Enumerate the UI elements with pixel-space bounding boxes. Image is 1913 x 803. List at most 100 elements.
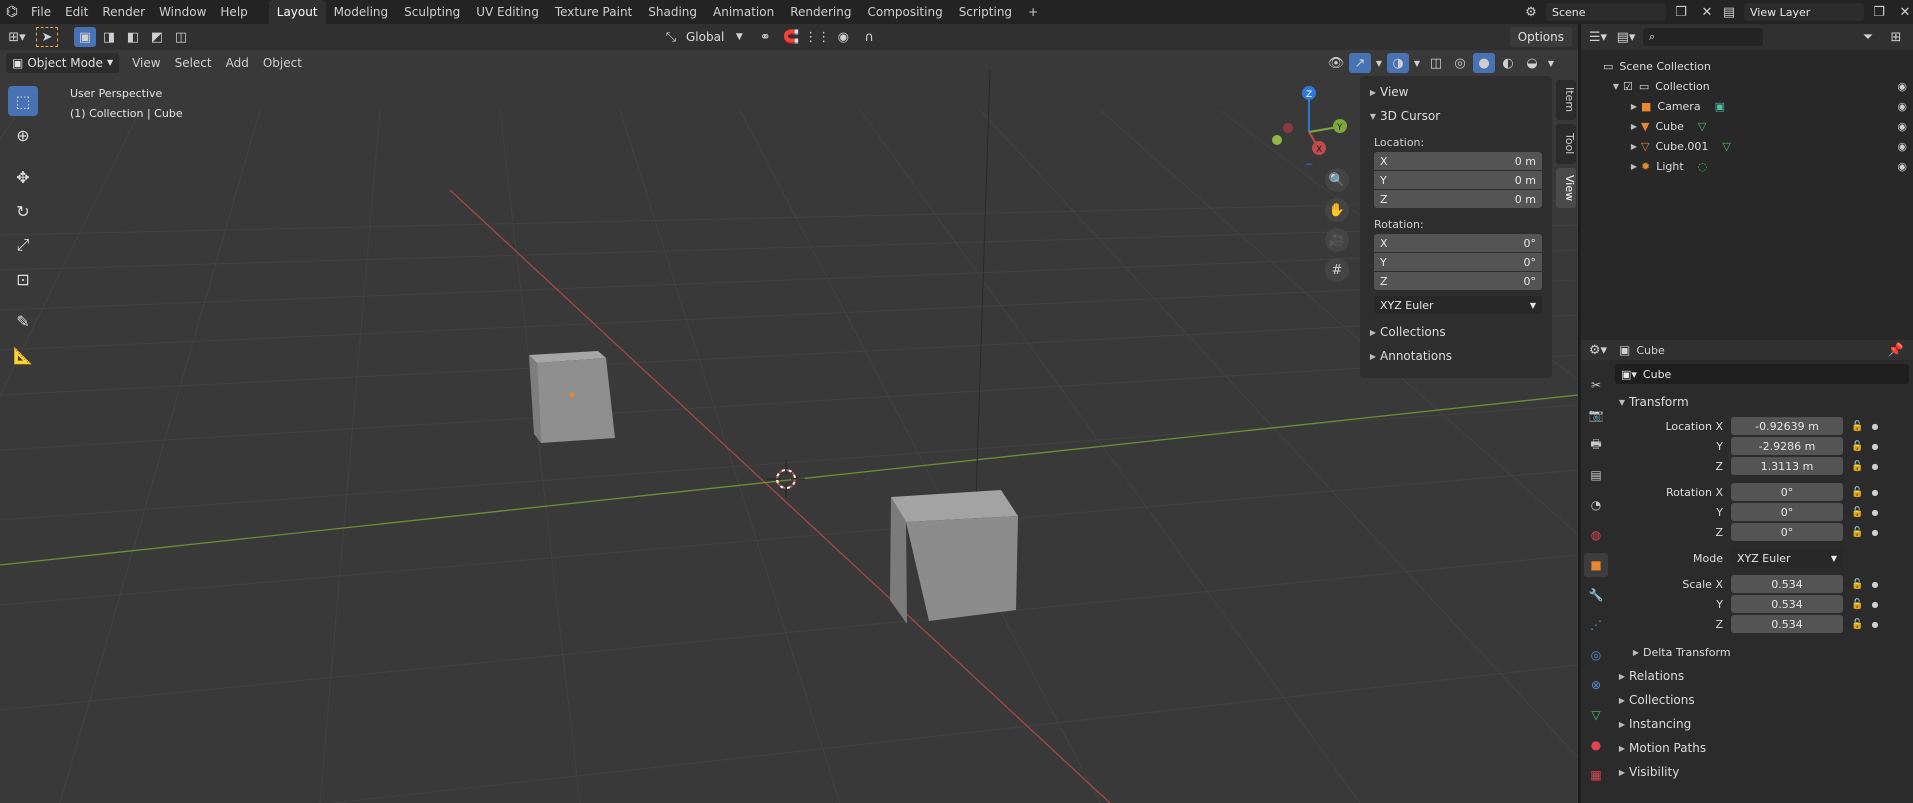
collections-section-header[interactable]: ▶ Collections (1615, 688, 1909, 712)
scene-icon[interactable]: ⚙ (1520, 2, 1542, 22)
tab-uv-editing[interactable]: UV Editing (468, 0, 547, 24)
outliner-search-input[interactable]: ⌕ (1643, 28, 1763, 46)
rotation-y-field[interactable]: 0° (1731, 503, 1843, 521)
properties-editor-type-icon[interactable]: ⚙▾ (1587, 340, 1609, 360)
viewport-menu-select[interactable]: Select (168, 53, 219, 73)
new-collection-icon[interactable]: ⊞ (1885, 27, 1907, 47)
add-workspace-button[interactable]: + (1020, 0, 1046, 24)
scene-tab-icon[interactable]: ◔ (1584, 493, 1608, 517)
location-z-field[interactable]: 1.3113 m (1731, 457, 1843, 475)
delete-scene-icon[interactable]: ✕ (1696, 2, 1718, 22)
location-y-field[interactable]: -2.9286 m (1731, 437, 1843, 455)
scale-z-field[interactable]: 0.534 (1731, 615, 1843, 633)
cube-001-object[interactable] (890, 490, 1018, 624)
location-x-field[interactable]: -0.92639 m (1731, 417, 1843, 435)
mode-dropdown[interactable]: ▣ Object Mode ▼ (6, 53, 120, 73)
physics-tab-icon[interactable]: ◎ (1584, 643, 1608, 667)
collections-panel-header[interactable]: ▶ Collections (1366, 320, 1546, 344)
copy-view-layer-icon[interactable]: ❐ (1868, 2, 1890, 22)
pin-icon[interactable]: 📌 (1885, 340, 1907, 360)
output-tab-icon[interactable]: 🖶 (1584, 433, 1608, 457)
scene-name-field[interactable]: Scene (1546, 3, 1666, 21)
wireframe-shading-icon[interactable]: ◎ (1449, 53, 1471, 73)
cursor-rotation-x[interactable]: X 0° (1374, 234, 1542, 252)
material-shading-icon[interactable]: ◐ (1497, 53, 1519, 73)
xray-icon[interactable]: ◫ (1425, 53, 1447, 73)
rotation-x-field[interactable]: 0° (1731, 483, 1843, 501)
visibility-panel-header[interactable]: ▶ Visibility (1615, 760, 1909, 784)
view-panel-header[interactable]: ▶ View (1366, 80, 1546, 104)
keyframe-dot-icon[interactable]: ● (1871, 488, 1878, 497)
annotate-tool[interactable]: ✎ (8, 306, 38, 336)
eye-icon[interactable]: ◉ (1897, 160, 1907, 173)
lock-icon[interactable]: 🔓 (1851, 461, 1863, 472)
lock-icon[interactable]: 🔓 (1851, 527, 1863, 538)
object-tab-icon[interactable]: ■ (1584, 553, 1608, 577)
chevron-down-icon[interactable]: ▼ (1545, 53, 1557, 73)
viewport-menu-object[interactable]: Object (256, 53, 309, 73)
cursor-panel-header[interactable]: ▼ 3D Cursor (1366, 104, 1546, 128)
snap-target-icon[interactable]: ⋮⋮ (804, 27, 830, 47)
outliner-item-light[interactable]: ▶ ✹ Light ◌ ◉ (1581, 156, 1913, 176)
keyframe-dot-icon[interactable]: ● (1871, 600, 1878, 609)
measure-tool[interactable]: 📐 (8, 340, 38, 370)
blender-logo-icon[interactable]: ⌬ (0, 4, 24, 20)
motion-paths-panel-header[interactable]: ▶ Motion Paths (1615, 736, 1909, 760)
transform-tool[interactable]: ⊡ (8, 264, 38, 294)
texture-tab-icon[interactable]: ▦ (1584, 763, 1608, 787)
tab-item[interactable]: Item (1556, 80, 1576, 120)
instancing-panel-header[interactable]: ▶ Instancing (1615, 712, 1909, 736)
cursor-location-z[interactable]: Z 0 m (1374, 190, 1542, 208)
keyframe-dot-icon[interactable]: ● (1871, 422, 1878, 431)
outliner-item-camera[interactable]: ▶ ■ Camera ▣ ◉ (1581, 96, 1913, 116)
rotation-z-field[interactable]: 0° (1731, 523, 1843, 541)
chevron-down-icon[interactable]: ▼ (1411, 53, 1423, 73)
keyframe-dot-icon[interactable]: ● (1871, 528, 1878, 537)
scale-x-field[interactable]: 0.534 (1731, 575, 1843, 593)
tab-layout[interactable]: Layout (268, 0, 326, 24)
menu-render[interactable]: Render (95, 2, 152, 22)
data-tab-icon[interactable]: ▽ (1584, 703, 1608, 727)
cursor-location-x[interactable]: X 0 m (1374, 152, 1542, 170)
tab-scripting[interactable]: Scripting (951, 0, 1020, 24)
filter-icon[interactable]: ⏷ (1857, 27, 1879, 47)
transform-orientation-dropdown[interactable]: Global (686, 30, 724, 44)
chevron-down-icon[interactable]: ▼ (1373, 53, 1385, 73)
solid-shading-icon[interactable]: ● (1473, 53, 1495, 73)
rendered-shading-icon[interactable]: ◒ (1521, 53, 1543, 73)
visibility-icon[interactable]: 👁 (1325, 53, 1347, 73)
view-layer-icon[interactable]: ▤ (1718, 2, 1740, 22)
select-subtract-icon[interactable]: ◧ (122, 27, 144, 47)
tab-view[interactable]: View (1556, 168, 1576, 208)
annotations-panel-header[interactable]: ▶ Annotations (1366, 344, 1546, 368)
active-tool-icon[interactable]: ➤ (36, 27, 58, 47)
viewport-menu-add[interactable]: Add (219, 53, 256, 73)
collection-row[interactable]: ▼ ☑ ▭ Collection ◉ (1581, 76, 1913, 96)
select-intersect-icon[interactable]: ◫ (170, 27, 192, 47)
pan-hand-icon[interactable]: ✋ (1325, 198, 1349, 222)
select-box-tool[interactable]: ⬚ (8, 86, 38, 116)
pivot-icon[interactable]: ⚭ (754, 27, 776, 47)
tab-rendering[interactable]: Rendering (782, 0, 859, 24)
transform-panel-header[interactable]: ▼ Transform (1615, 390, 1909, 414)
lock-icon[interactable]: 🔓 (1851, 421, 1863, 432)
lock-icon[interactable]: 🔓 (1851, 507, 1863, 518)
tab-sculpting[interactable]: Sculpting (396, 0, 468, 24)
outliner-item-cube[interactable]: ▶ ▼ Cube ▽ ◉ (1581, 116, 1913, 136)
falloff-icon[interactable]: ∩ (858, 27, 880, 47)
object-name-field[interactable]: ▣▾ Cube (1615, 364, 1909, 384)
snap-icon[interactable]: 🧲 (780, 27, 802, 47)
menu-edit[interactable]: Edit (58, 2, 95, 22)
delete-view-layer-icon[interactable]: ✕ (1894, 2, 1913, 22)
camera-view-icon[interactable]: 🎥 (1325, 228, 1349, 252)
tab-texture-paint[interactable]: Texture Paint (547, 0, 640, 24)
menu-help[interactable]: Help (213, 2, 254, 22)
eye-icon[interactable]: ◉ (1897, 140, 1907, 153)
navigation-gizmo[interactable]: Z Y X (1270, 85, 1350, 173)
3d-cursor[interactable] (767, 460, 805, 498)
tab-tool[interactable]: Tool (1556, 124, 1576, 164)
tab-compositing[interactable]: Compositing (859, 0, 950, 24)
eye-icon[interactable]: ◉ (1897, 80, 1907, 93)
tab-modeling[interactable]: Modeling (326, 0, 397, 24)
material-tab-icon[interactable]: ● (1584, 733, 1608, 757)
